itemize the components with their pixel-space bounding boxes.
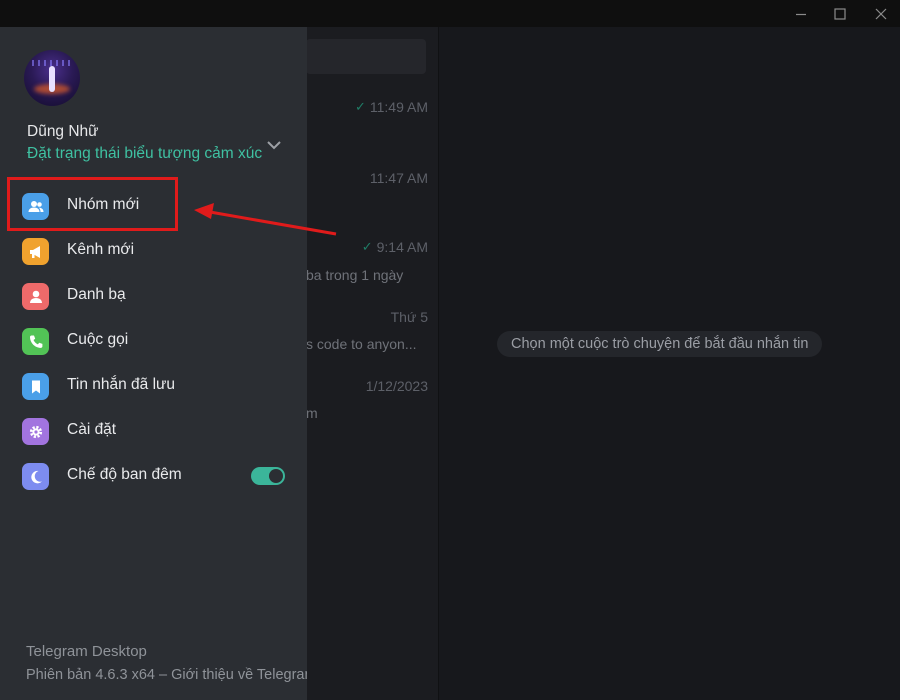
menu-item-calls[interactable]: Cuộc gọi [0,319,307,364]
chat-preview: ba trong 1 ngày [306,267,404,283]
main-menu-drawer: Dũng Nhữ Đặt trạng thái biểu tượng cảm x… [0,27,307,700]
night-mode-toggle[interactable] [251,467,285,485]
annotation-highlight-box [7,177,178,231]
window-titlebar [0,0,900,27]
menu-item-label: Cài đặt [67,421,117,438]
bookmark-icon [22,373,49,400]
avatar[interactable] [24,50,80,106]
menu-item-label: Chế độ ban đêm [67,466,182,483]
chat-time: ✓ 11:49 AM [354,99,428,115]
search-input[interactable] [306,39,426,74]
menu-item-label: Kênh mới [67,241,135,258]
phone-icon [22,328,49,355]
menu-item-settings[interactable]: Cài đặt [0,409,307,454]
contact-icon [22,283,49,310]
menu-item-night-mode[interactable]: Chế độ ban đêm [0,454,307,499]
moon-icon [22,463,49,490]
menu-item-saved-messages[interactable]: Tin nhắn đã lưu [0,364,307,409]
chat-time: Thứ 5 [390,309,428,325]
close-icon[interactable] [862,0,900,27]
chat-preview: s code to anyon... [306,336,417,352]
chat-preview: m [306,405,318,421]
footer-version-link[interactable]: Phiên bản 4.6.3 x64 – Giới thiệu về Tele… [26,667,307,683]
menu-item-new-channel[interactable]: Kênh mới [0,229,307,274]
menu-item-label: Cuộc gọi [67,331,129,348]
footer-app-name: Telegram Desktop [26,643,147,660]
megaphone-icon [22,238,49,265]
chat-time: 1/12/2023 [365,378,428,394]
menu-item-contacts[interactable]: Danh bạ [0,274,307,319]
toggle-knob [269,469,283,483]
chevron-down-icon[interactable] [262,133,286,157]
read-check-icon: ✓ [361,239,373,254]
menu-item-label: Tin nhắn đã lưu [67,376,176,393]
menu-item-label: Danh bạ [67,286,126,303]
conversation-pane: Chọn một cuộc trò chuyện để bắt đầu nhắn… [439,27,900,700]
empty-state-message: Chọn một cuộc trò chuyện để bắt đầu nhắn… [497,331,823,357]
minimize-icon[interactable] [782,0,820,27]
read-check-icon: ✓ [354,99,366,114]
gear-icon [22,418,49,445]
chat-time: ✓ 9:14 AM [361,239,428,255]
chat-time: 11:47 AM [369,170,428,186]
maximize-icon[interactable] [821,0,859,27]
user-name: Dũng Nhữ [27,123,99,140]
set-emoji-status-link[interactable]: Đặt trạng thái biểu tượng cảm xúc [27,145,262,163]
